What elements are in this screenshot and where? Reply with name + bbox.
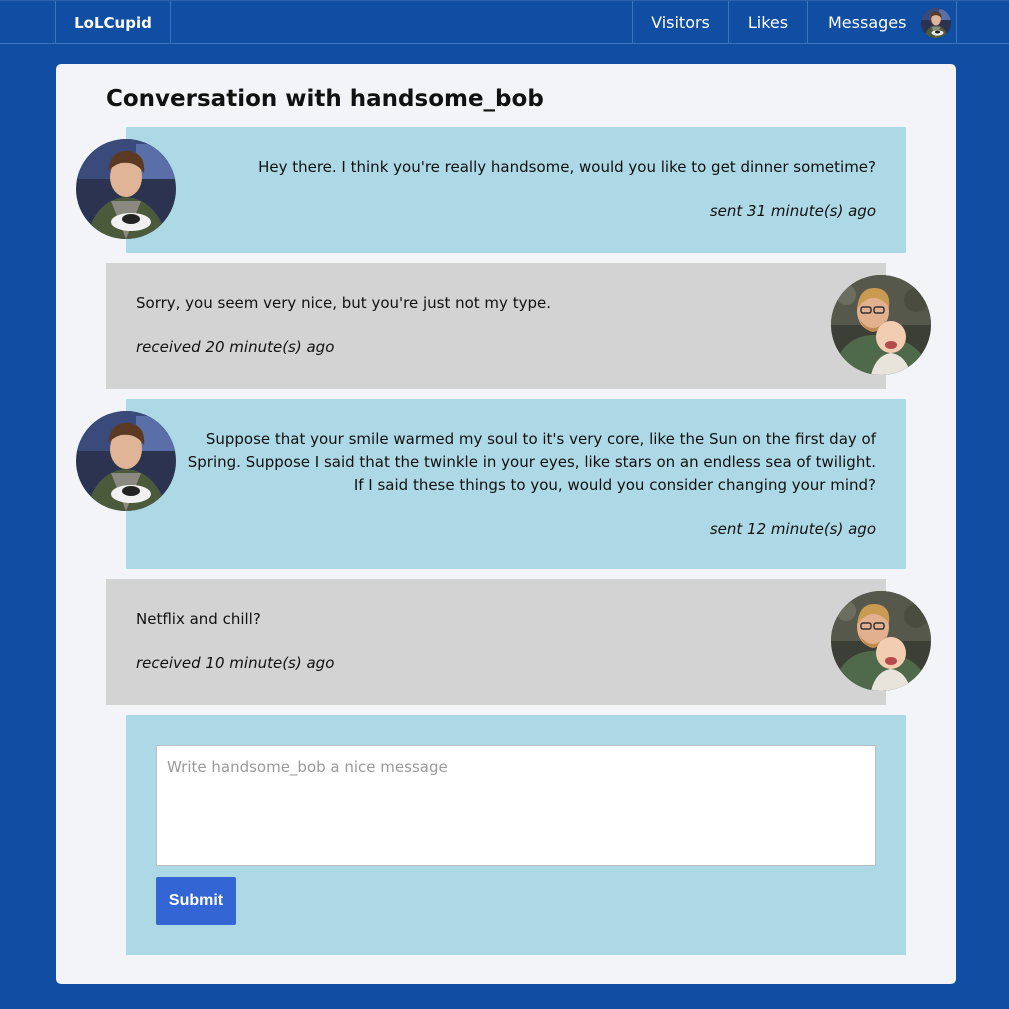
message-sent: Suppose that your smile warmed my soul t… [126, 399, 906, 569]
message-timestamp: sent 12 minute(s) ago [709, 520, 876, 538]
message-text: Suppose that your smile warmed my soul t… [187, 430, 876, 494]
message-text: Sorry, you seem very nice, but you're ju… [136, 294, 551, 312]
user-avatar-photo [921, 8, 951, 38]
submit-button[interactable]: Submit [156, 877, 236, 925]
sender-avatar-photo [76, 139, 176, 239]
message-timestamp: sent 31 minute(s) ago [709, 202, 876, 220]
message-received: Sorry, you seem very nice, but you're ju… [106, 263, 886, 389]
conversation-panel: Conversation with handsome_bob Hey there… [56, 64, 956, 984]
recipient-avatar [831, 591, 931, 691]
sender-avatar [76, 139, 176, 239]
brand-logo-link[interactable]: LoLCupid [55, 1, 171, 44]
top-navbar: LoLCupid Visitors Likes Messages [0, 0, 1009, 44]
sender-avatar [76, 411, 176, 511]
user-avatar[interactable] [921, 8, 951, 38]
nav-messages-link[interactable]: Messages [807, 1, 957, 44]
nav-likes-link[interactable]: Likes [728, 1, 807, 44]
sender-avatar-photo [76, 411, 176, 511]
message-input[interactable] [156, 745, 876, 866]
recipient-avatar [831, 275, 931, 375]
page-title: Conversation with handsome_bob [106, 86, 544, 112]
recipient-avatar-photo [831, 275, 931, 375]
message-timestamp: received 20 minute(s) ago [136, 338, 335, 356]
nav-messages-label: Messages [828, 13, 907, 32]
message-text: Netflix and chill? [136, 610, 261, 628]
message-timestamp: received 10 minute(s) ago [136, 654, 335, 672]
message-text: Hey there. I think you're really handsom… [258, 158, 876, 176]
compose-area: Submit [126, 715, 906, 955]
message-sent: Hey there. I think you're really handsom… [126, 127, 906, 253]
nav-visitors-link[interactable]: Visitors [632, 1, 728, 44]
message-received: Netflix and chill? received 10 minute(s)… [106, 579, 886, 705]
recipient-avatar-photo [831, 591, 931, 691]
